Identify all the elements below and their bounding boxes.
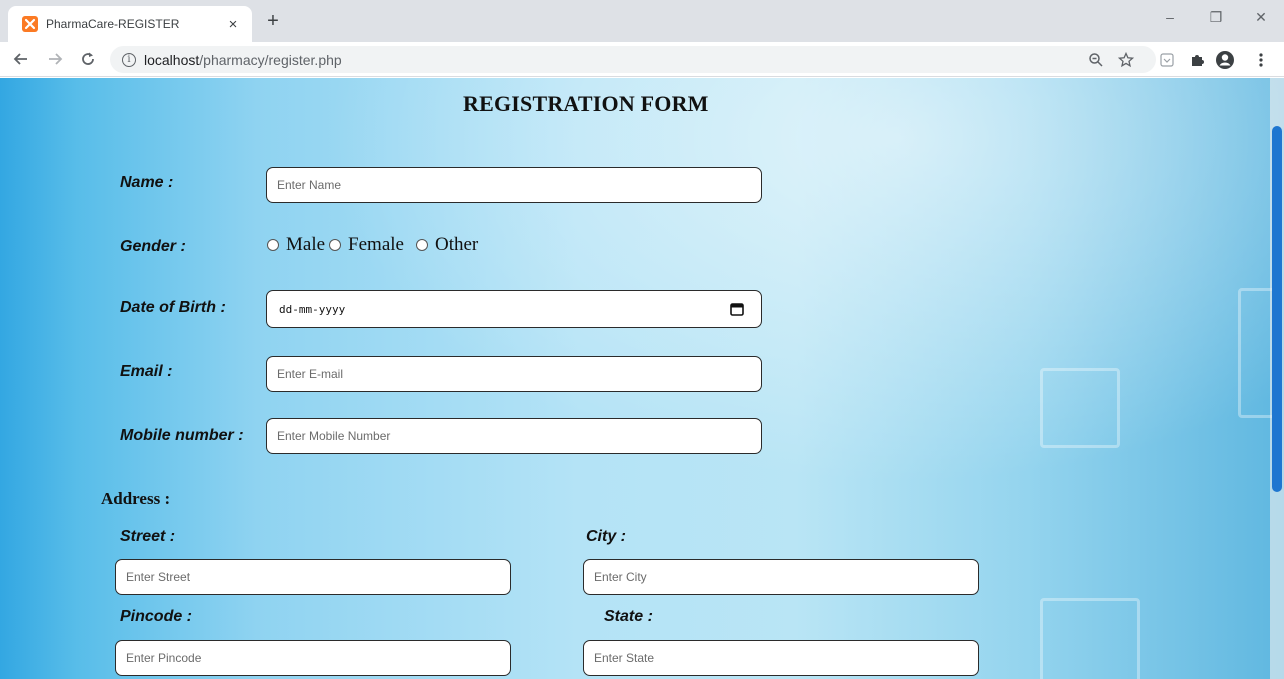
info-icon[interactable]: i: [122, 52, 136, 67]
name-label: Name :: [120, 174, 174, 191]
mobile-label: Mobile number :: [120, 427, 244, 444]
zoom-icon[interactable]: [1086, 51, 1106, 69]
gender-option-male[interactable]: Male: [267, 234, 325, 256]
menu-kebab-icon[interactable]: [1250, 49, 1272, 71]
dob-label: Date of Birth :: [120, 299, 226, 316]
extensions-puzzle-icon[interactable]: [1186, 49, 1208, 71]
pincode-label: Pincode :: [120, 608, 193, 625]
browser-toolbar: i localhost/pharmacy/register.php: [0, 42, 1284, 77]
xampp-favicon-icon: [22, 16, 38, 32]
gender-option-female[interactable]: Female: [329, 234, 404, 256]
female-label: Female: [348, 234, 404, 255]
tab-strip: PharmaCare-REGISTER × + – ❐ ✕: [0, 0, 1284, 42]
scrollbar-thumb[interactable]: [1272, 126, 1282, 492]
male-label: Male: [286, 234, 326, 255]
close-window-icon[interactable]: ✕: [1249, 9, 1273, 26]
profile-avatar-icon[interactable]: [1214, 49, 1236, 71]
url-path: /pharmacy/register.php: [199, 51, 342, 68]
tab-title: PharmaCare-REGISTER: [46, 17, 180, 31]
bookmark-star-icon[interactable]: [1116, 51, 1136, 69]
gender-radio-group: Male Female Other: [267, 234, 478, 256]
background-cross-decoration: [1040, 368, 1120, 448]
address-heading: Address :: [101, 489, 171, 508]
reload-icon[interactable]: [77, 48, 99, 70]
gender-option-other[interactable]: Other: [415, 234, 479, 256]
page-scrollbar[interactable]: [1270, 78, 1284, 679]
dob-date-input[interactable]: dd-mm-yyyy: [266, 290, 762, 328]
page-content: REGISTRATION FORM Name : Gender : Male F…: [0, 78, 1284, 679]
city-input[interactable]: [583, 559, 979, 595]
minimize-icon[interactable]: –: [1158, 9, 1182, 25]
new-tab-button[interactable]: +: [262, 10, 284, 32]
state-label: State :: [604, 608, 653, 625]
pincode-input[interactable]: [115, 640, 511, 676]
male-radio[interactable]: [267, 239, 279, 251]
email-input[interactable]: [266, 356, 762, 392]
name-input[interactable]: [266, 167, 762, 203]
extension-pocket-icon[interactable]: [1156, 49, 1178, 71]
street-label: Street :: [120, 528, 176, 545]
browser-tab[interactable]: PharmaCare-REGISTER ×: [8, 6, 252, 42]
other-label: Other: [434, 234, 479, 255]
form-title: REGISTRATION FORM: [463, 91, 709, 116]
city-label: City :: [586, 528, 626, 545]
calendar-icon[interactable]: [727, 299, 747, 319]
email-label: Email :: [120, 363, 173, 380]
mobile-input[interactable]: [266, 418, 762, 454]
dob-placeholder: dd-mm-yyyy: [279, 302, 346, 316]
background-cross-decoration: [1040, 598, 1140, 679]
gender-label: Gender :: [120, 238, 186, 255]
address-bar[interactable]: i localhost/pharmacy/register.php: [110, 46, 1156, 73]
back-arrow-icon[interactable]: [10, 48, 32, 70]
other-radio[interactable]: [415, 239, 428, 251]
street-input[interactable]: [115, 559, 511, 595]
url-host: localhost: [144, 51, 200, 68]
close-tab-icon[interactable]: ×: [220, 16, 246, 33]
state-input[interactable]: [583, 640, 979, 676]
female-radio[interactable]: [329, 239, 342, 251]
restore-icon[interactable]: ❐: [1204, 9, 1228, 26]
forward-arrow-icon[interactable]: [44, 48, 66, 70]
